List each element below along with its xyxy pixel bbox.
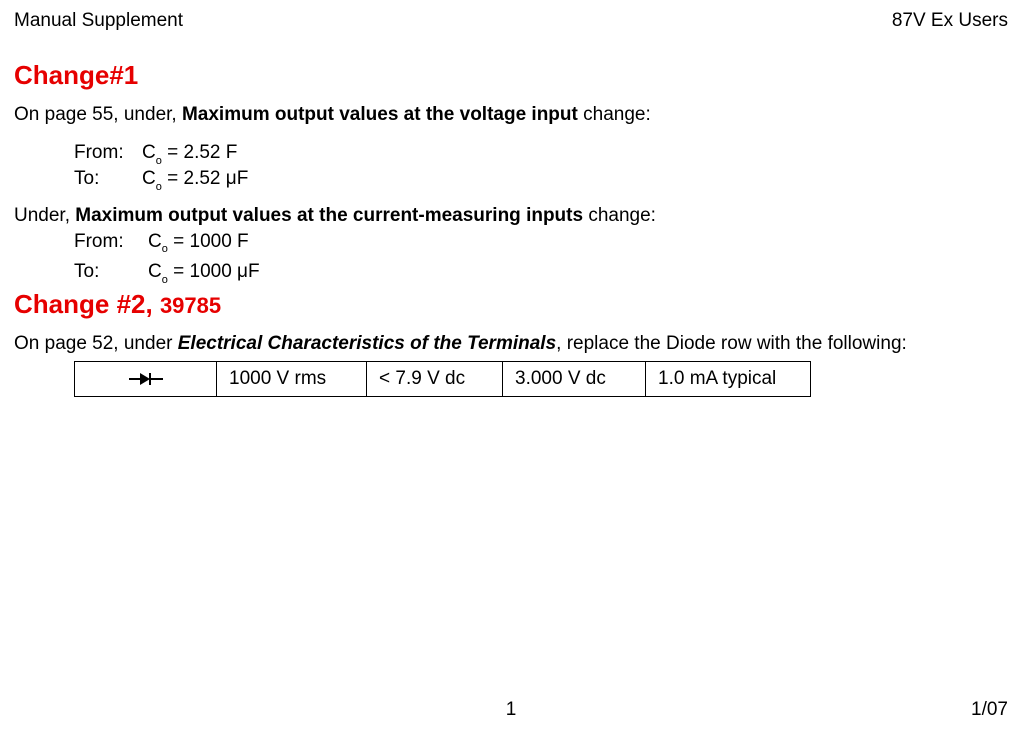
c1-from2-pre: C [148, 231, 162, 252]
c1-to2-pre: C [148, 261, 162, 282]
change1-second-intro: Under, Maximum output values at the curr… [14, 204, 1008, 228]
c1-from2-value: Co = 1000 F [148, 230, 249, 257]
c2-intro-prefix: On page 52, under [14, 333, 178, 354]
c1-from-pre: C [142, 142, 156, 163]
c1-from-row: From: Co = 2.52 F [74, 141, 1008, 168]
c1-to2-row: To: Co = 1000 μF [74, 260, 1008, 287]
footer-date: 1/07 [971, 699, 1008, 721]
change2-heading: Change #2, 39785 [14, 289, 1008, 320]
c1-from-post: = 2.52 F [162, 142, 238, 163]
change1-heading: Change#1 [14, 60, 1008, 91]
change2-intro: On page 52, under Electrical Characteris… [14, 332, 1008, 356]
diode-c4: 1.0 mA typical [646, 362, 811, 397]
diode-c2: < 7.9 V dc [367, 362, 503, 397]
c1-to2-value: Co = 1000 μF [148, 260, 260, 287]
c1-from-value: Co = 2.52 F [142, 141, 237, 168]
diode-c1: 1000 V rms [217, 362, 367, 397]
diode-table: 1000 V rms < 7.9 V dc 3.000 V dc 1.0 mA … [74, 361, 811, 397]
c2-intro-suffix: , replace the Diode row with the followi… [556, 333, 907, 354]
table-row: 1000 V rms < 7.9 V dc 3.000 V dc 1.0 mA … [75, 362, 811, 397]
c1-from2-row: From: Co = 1000 F [74, 230, 1008, 257]
c1-second-bold: Maximum output values at the current-mea… [75, 205, 583, 226]
c1-to-sub: o [156, 181, 162, 193]
footer-page: 1 [506, 699, 517, 721]
diode-icon-cell [75, 362, 217, 397]
c1-intro-bold: Maximum output values at the voltage inp… [182, 104, 578, 125]
footer: 1 1/07 [0, 699, 1022, 721]
c2-title-main: Change #2, [14, 289, 160, 319]
c2-intro-bold: Electrical Characteristics of the Termin… [178, 333, 556, 354]
change1-intro: On page 55, under, Maximum output values… [14, 103, 1008, 127]
c1-from-label: From: [74, 141, 142, 168]
c1-to2-post: = 1000 μF [168, 261, 260, 282]
c2-title-sub: 39785 [160, 293, 221, 318]
c1-from2-post: = 1000 F [168, 231, 249, 252]
c1-second-prefix: Under, [14, 205, 75, 226]
c1-to-row: To: Co = 2.52 μF [74, 167, 1008, 194]
diode-c3: 3.000 V dc [503, 362, 646, 397]
c1-intro-prefix: On page 55, under, [14, 104, 182, 125]
c1-second-suffix: change: [583, 205, 656, 226]
c1-to-label: To: [74, 167, 142, 194]
c1-from2-sub: o [162, 243, 168, 255]
c1-to-value: Co = 2.52 μF [142, 167, 248, 194]
c1-from2-label: From: [74, 230, 148, 257]
c1-intro-suffix: change: [578, 104, 651, 125]
c1-to-pre: C [142, 168, 156, 189]
c1-to-post: = 2.52 μF [162, 168, 248, 189]
header-left: Manual Supplement [14, 10, 183, 32]
c1-from-sub: o [156, 155, 162, 167]
c1-to2-sub: o [162, 274, 168, 286]
c1-to2-label: To: [74, 260, 148, 287]
header-right: 87V Ex Users [892, 10, 1008, 32]
diode-icon [129, 371, 163, 387]
